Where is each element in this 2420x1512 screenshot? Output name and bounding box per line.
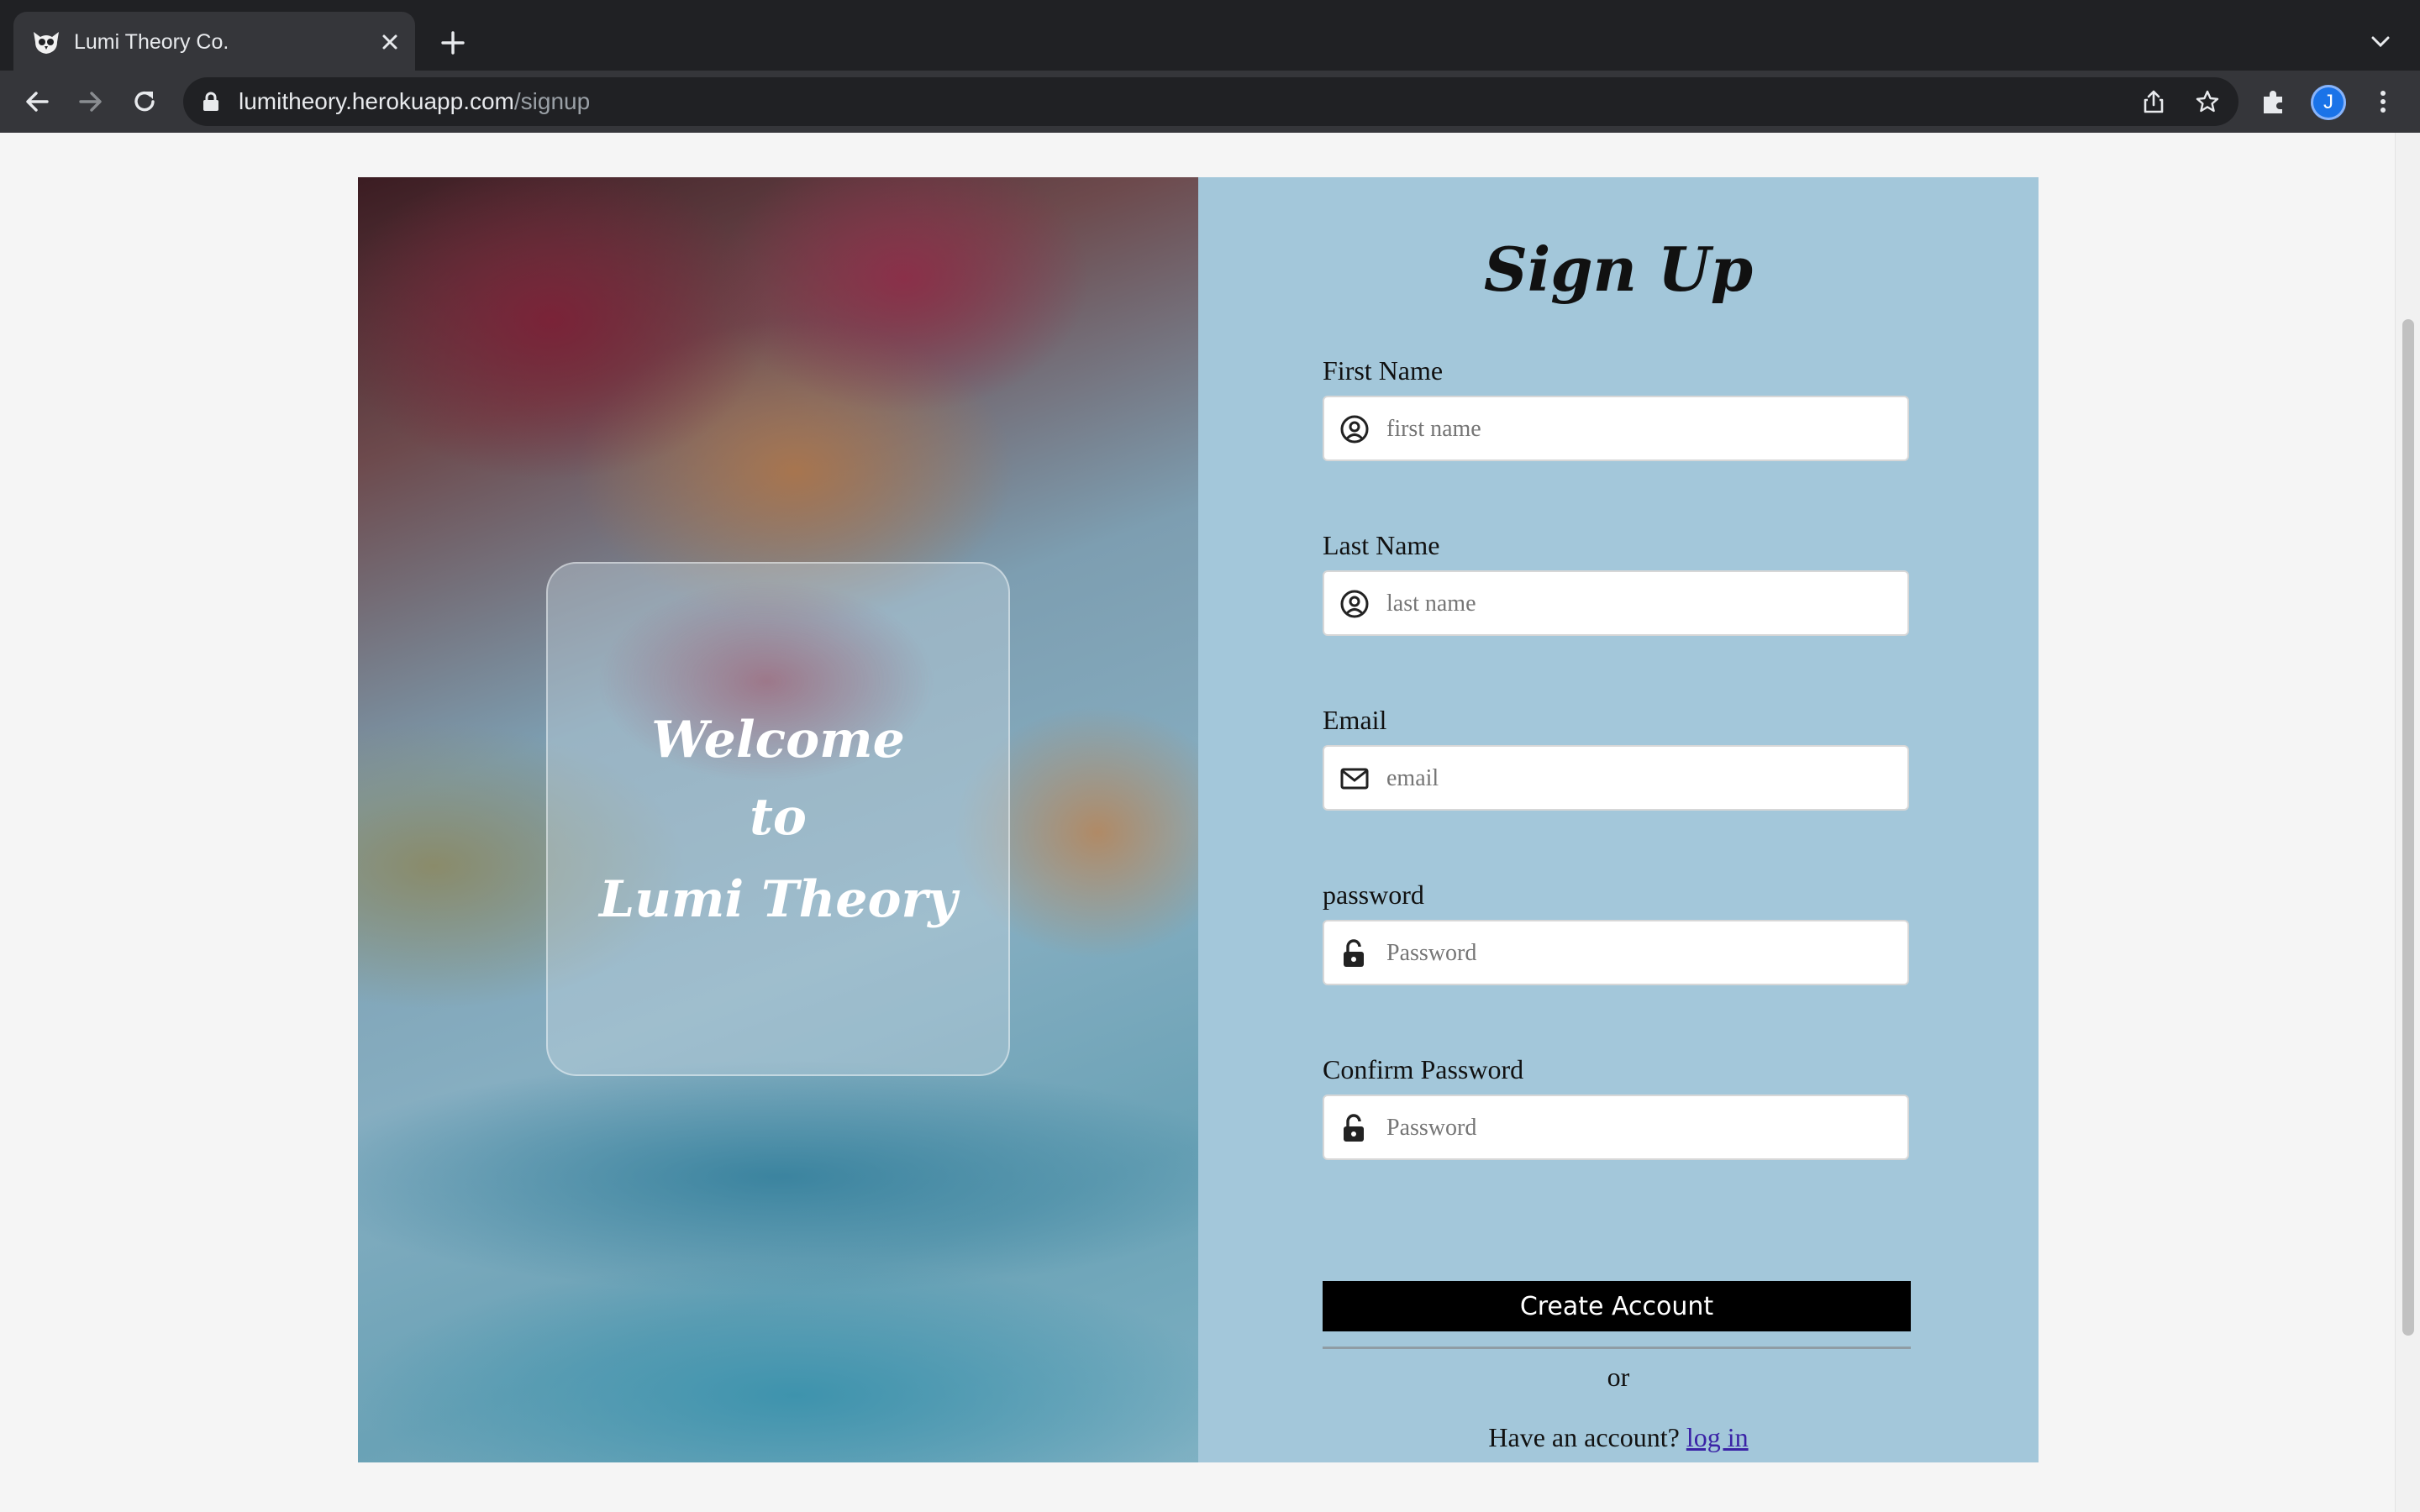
last-name-field[interactable] — [1323, 570, 1909, 636]
new-tab-plus-icon[interactable] — [439, 29, 467, 57]
first-name-field[interactable] — [1323, 396, 1909, 461]
welcome-line-1: Welcome — [651, 711, 905, 769]
email-input[interactable] — [1385, 747, 1892, 811]
login-link[interactable]: log in — [1686, 1422, 1749, 1452]
or-separator-text: or — [1607, 1362, 1630, 1392]
user-circle-icon — [1340, 415, 1369, 444]
browser-toolbar: lumitheory.herokuapp.com/signup J — [0, 71, 2420, 133]
email-field[interactable] — [1323, 745, 1909, 811]
confirm-password-field[interactable] — [1323, 1095, 1909, 1160]
hero-decoration — [358, 1059, 1198, 1294]
user-circle-icon — [1340, 590, 1369, 618]
confirm-password-label: Confirm Password — [1323, 1054, 1524, 1084]
password-field[interactable] — [1323, 920, 1909, 985]
browser-tab-strip: Lumi Theory Co. — [0, 0, 2420, 71]
password-input[interactable] — [1385, 921, 1892, 985]
url-path: /signup — [513, 88, 591, 114]
kebab-menu-icon[interactable] — [2368, 87, 2398, 117]
scrollbar-thumb[interactable] — [2402, 319, 2414, 1336]
divider — [1323, 1347, 1911, 1349]
last-name-input[interactable] — [1385, 572, 1892, 636]
forward-arrow-icon[interactable] — [76, 87, 106, 117]
confirm-password-input[interactable] — [1385, 1096, 1892, 1160]
share-icon[interactable] — [2141, 89, 2166, 114]
page-viewport: Welcome to Lumi Theory Sign Up First Nam… — [0, 133, 2420, 1512]
unlock-icon — [1344, 939, 1364, 967]
profile-avatar[interactable]: J — [2311, 85, 2346, 120]
lock-icon[interactable] — [202, 92, 220, 112]
close-icon[interactable] — [378, 30, 402, 54]
signup-card: Welcome to Lumi Theory Sign Up First Nam… — [358, 177, 2039, 1462]
reload-icon[interactable] — [129, 87, 160, 117]
chevron-down-icon[interactable] — [2368, 30, 2393, 54]
star-bookmark-icon[interactable] — [2195, 89, 2220, 114]
tab-title: Lumi Theory Co. — [74, 30, 229, 54]
welcome-glass-card: Welcome to Lumi Theory — [546, 562, 1010, 1076]
unlock-icon — [1344, 1114, 1364, 1142]
owl-logo-icon — [34, 32, 59, 54]
last-name-label: Last Name — [1323, 530, 1440, 560]
url-text[interactable]: lumitheory.herokuapp.com/signup — [239, 87, 590, 116]
password-label: password — [1323, 879, 1424, 910]
welcome-line-2: to — [750, 788, 807, 847]
page-title: Sign Up — [1483, 234, 1754, 305]
envelope-icon — [1340, 768, 1369, 790]
back-arrow-icon[interactable] — [22, 87, 52, 117]
browser-tab-active[interactable]: Lumi Theory Co. — [13, 12, 415, 71]
hero-image-panel: Welcome to Lumi Theory — [358, 177, 1198, 1462]
address-bar[interactable]: lumitheory.herokuapp.com/signup — [183, 77, 2238, 126]
have-account-prompt: Have an account? log in — [1198, 1420, 2039, 1454]
page-scrollbar[interactable] — [2395, 133, 2420, 1512]
extensions-puzzle-icon[interactable] — [2259, 87, 2289, 117]
url-host: lumitheory.herokuapp.com — [239, 88, 514, 114]
first-name-input[interactable] — [1385, 397, 1892, 461]
have-account-text: Have an account? — [1488, 1422, 1686, 1452]
email-label: Email — [1323, 705, 1387, 735]
signup-form: Sign Up First Name Last Name — [1198, 177, 2039, 1462]
create-account-button[interactable]: Create Account — [1323, 1281, 1911, 1331]
welcome-line-3: Lumi Theory — [599, 870, 957, 929]
first-name-label: First Name — [1323, 355, 1444, 386]
